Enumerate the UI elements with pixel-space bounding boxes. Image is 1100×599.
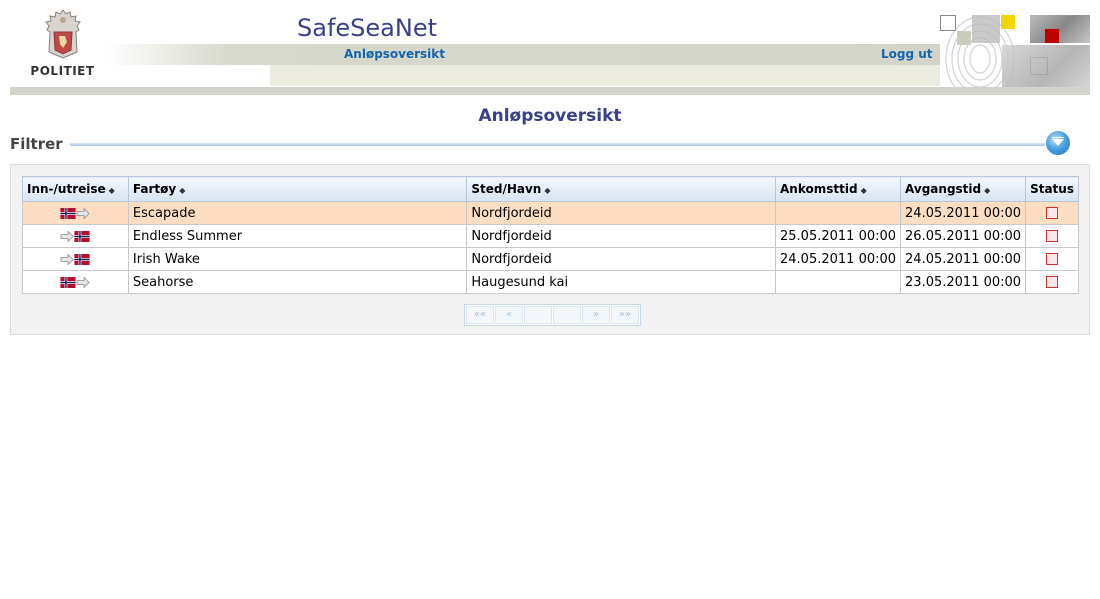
page-number-button[interactable] xyxy=(524,306,552,324)
table-row[interactable]: Irish Wake Nordfjordeid 24.05.2011 00:00… xyxy=(22,247,1079,271)
place-cell: Nordfjordeid xyxy=(466,201,776,225)
departure-cell: 24.05.2011 00:00 xyxy=(900,247,1027,271)
table-header-row: Inn-/utreise ◆ Fartøy ◆ Sted/Havn ◆ Ankomst… xyxy=(22,176,1079,202)
status-checkbox-icon[interactable] xyxy=(1046,276,1059,288)
chevron-down-icon xyxy=(1052,139,1064,146)
sort-icon[interactable]: ◆ xyxy=(984,186,990,195)
column-label: Status xyxy=(1030,182,1074,196)
direction-cell xyxy=(22,201,129,225)
port-call-table: Inn-/utreise ◆ Fartøy ◆ Sted/Havn ◆ Ankomst… xyxy=(22,176,1079,294)
vessel-cell[interactable]: Seahorse xyxy=(127,270,468,294)
expand-filter-icon[interactable] xyxy=(1046,131,1070,155)
status-cell xyxy=(1025,270,1079,294)
table-row[interactable]: Endless Summer Nordfjordeid 25.05.2011 0… xyxy=(22,224,1079,248)
arrow-right-icon xyxy=(61,230,75,242)
status-checkbox-icon[interactable] xyxy=(1046,253,1059,265)
deco-square-photo xyxy=(1030,15,1090,43)
deco-square-white xyxy=(940,15,956,31)
column-label: Sted/Havn xyxy=(471,182,542,196)
logo-text: POLITIET xyxy=(30,64,95,78)
column-label: Fartøy xyxy=(132,182,177,196)
sort-icon[interactable]: ◆ xyxy=(109,186,115,195)
column-header-place[interactable]: Sted/Havn ◆ xyxy=(466,176,776,202)
direction-cell xyxy=(22,270,129,294)
vessel-cell[interactable]: Escapade xyxy=(127,201,468,225)
app-title: SafeSeaNet xyxy=(297,14,437,42)
column-header-departure[interactable]: Avgangstid ◆ xyxy=(900,176,1027,202)
header-band-lower xyxy=(270,65,940,86)
deco-square-sage xyxy=(957,31,971,45)
deco-square-photo2 xyxy=(1002,45,1090,87)
vessel-cell[interactable]: Endless Summer xyxy=(127,224,468,248)
arrival-cell xyxy=(774,201,902,225)
place-cell: Nordfjordeid xyxy=(466,247,776,271)
sort-icon[interactable]: ◆ xyxy=(179,186,185,195)
direction-cell xyxy=(22,224,129,248)
status-checkbox-icon[interactable] xyxy=(1046,230,1059,242)
nav-link-anlopsoversikt[interactable]: Anløpsoversikt xyxy=(344,47,445,61)
table-row[interactable]: Escapade Nordfjordeid 24.05.2011 00:00 xyxy=(22,201,1079,225)
deco-square-grey xyxy=(972,15,1000,43)
column-header-arrival[interactable]: Ankomsttid ◆ xyxy=(774,176,902,202)
arrow-right-icon xyxy=(77,207,91,219)
police-crest-icon xyxy=(45,9,81,59)
departure-cell: 26.05.2011 00:00 xyxy=(900,224,1027,248)
sort-icon[interactable]: ◆ xyxy=(544,186,550,195)
page-number-button[interactable] xyxy=(553,306,581,324)
header-band xyxy=(105,44,940,65)
table-row[interactable]: Seahorse Haugesund kai 23.05.2011 00:00 xyxy=(22,270,1079,294)
vessel-cell[interactable]: Irish Wake xyxy=(127,247,468,271)
column-label: Avgangstid xyxy=(905,182,982,196)
status-cell xyxy=(1025,201,1079,225)
results-panel: Inn-/utreise ◆ Fartøy ◆ Sted/Havn ◆ Ankomst… xyxy=(10,164,1090,335)
logout-link[interactable]: Logg ut xyxy=(881,47,933,61)
norway-flag-icon xyxy=(74,230,90,242)
deco-square-yellow xyxy=(1001,15,1015,29)
arrival-cell xyxy=(774,270,902,294)
first-page-button[interactable]: «« xyxy=(466,306,494,324)
next-page-button[interactable]: » xyxy=(582,306,610,324)
filter-label: Filtrer xyxy=(10,135,63,153)
place-cell: Nordfjordeid xyxy=(466,224,776,248)
prev-page-button[interactable]: « xyxy=(495,306,523,324)
place-cell: Haugesund kai xyxy=(466,270,776,294)
filter-toggle-bar xyxy=(1052,137,1064,138)
norway-flag-icon xyxy=(60,207,76,219)
arrival-cell: 25.05.2011 00:00 xyxy=(774,224,902,248)
status-cell xyxy=(1025,224,1079,248)
status-checkbox-icon[interactable] xyxy=(1046,207,1059,219)
last-page-button[interactable]: »» xyxy=(611,306,639,324)
status-cell xyxy=(1025,247,1079,271)
column-label: Inn-/utreise xyxy=(27,182,106,196)
deco-square-red xyxy=(1045,29,1059,43)
departure-cell: 24.05.2011 00:00 xyxy=(900,201,1027,225)
page-header: POLITIET SafeSeaNet Anløpsoversikt Logg … xyxy=(10,0,1090,95)
column-label: Ankomsttid xyxy=(780,182,858,196)
arrow-right-icon xyxy=(77,276,91,288)
header-divider xyxy=(10,87,1090,95)
departure-cell: 23.05.2011 00:00 xyxy=(900,270,1027,294)
column-header-vessel[interactable]: Fartøy ◆ xyxy=(127,176,468,202)
page-title: Anløpsoversikt xyxy=(478,106,622,126)
arrow-right-icon xyxy=(61,253,75,265)
filter-divider xyxy=(70,143,1045,146)
column-header-direction[interactable]: Inn-/utreise ◆ xyxy=(22,176,129,202)
norway-flag-icon xyxy=(60,276,76,288)
politiet-logo: POLITIET xyxy=(10,0,105,88)
arrival-cell: 24.05.2011 00:00 xyxy=(774,247,902,271)
direction-cell xyxy=(22,247,129,271)
pagination: «« « » »» xyxy=(464,304,641,326)
sort-icon[interactable]: ◆ xyxy=(861,186,867,195)
norway-flag-icon xyxy=(74,253,90,265)
header-decoration xyxy=(940,15,1090,87)
column-header-status: Status xyxy=(1025,176,1079,202)
